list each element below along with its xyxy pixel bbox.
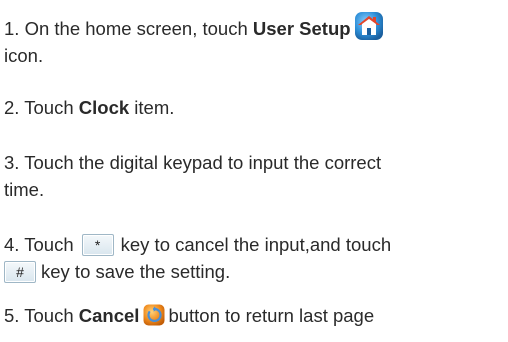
step-1: 1. On the home screen, touch User Setup xyxy=(0,11,502,69)
step-5-end: button to return last page xyxy=(168,305,375,326)
step-1-end: icon. xyxy=(4,45,44,66)
step-4-number: 4. xyxy=(4,234,20,255)
step-4-text: Touch xyxy=(24,234,74,255)
step-1-number: 1. xyxy=(4,18,20,39)
step-1-target: User Setup xyxy=(252,18,351,39)
step-5-number: 5. xyxy=(4,305,20,326)
step-3-line2: time. xyxy=(4,179,45,200)
step-5-target: Cancel xyxy=(78,305,140,326)
instruction-document: 1. On the home screen, touch User Setup xyxy=(0,0,508,342)
step-2-text: Touch xyxy=(24,97,74,118)
home-icon xyxy=(354,11,384,41)
cancel-icon xyxy=(143,304,165,326)
step-3-line1: Touch the digital keypad to input the co… xyxy=(24,152,382,173)
step-3-number: 3. xyxy=(4,152,20,173)
step-5-text: Touch xyxy=(24,305,74,326)
step-4-mid: key to cancel the input,and touch xyxy=(120,234,392,255)
hash-key: # xyxy=(4,261,36,283)
star-key: * xyxy=(81,234,114,256)
step-2: 2. Touch Clock item. xyxy=(0,94,502,121)
step-5: 5. Touch Cancel button to return last pa… xyxy=(0,302,502,329)
step-2-number: 2. xyxy=(4,97,20,118)
step-3: 3. Touch the digital keypad to input the… xyxy=(0,149,502,203)
step-1-text: On the home screen, touch xyxy=(24,18,248,39)
step-2-end: item. xyxy=(134,97,175,118)
step-2-target: Clock xyxy=(78,97,130,118)
step-4: 4. Touch * key to cancel the input,and tou… xyxy=(0,231,502,285)
step-4-end: key to save the setting. xyxy=(41,261,231,282)
